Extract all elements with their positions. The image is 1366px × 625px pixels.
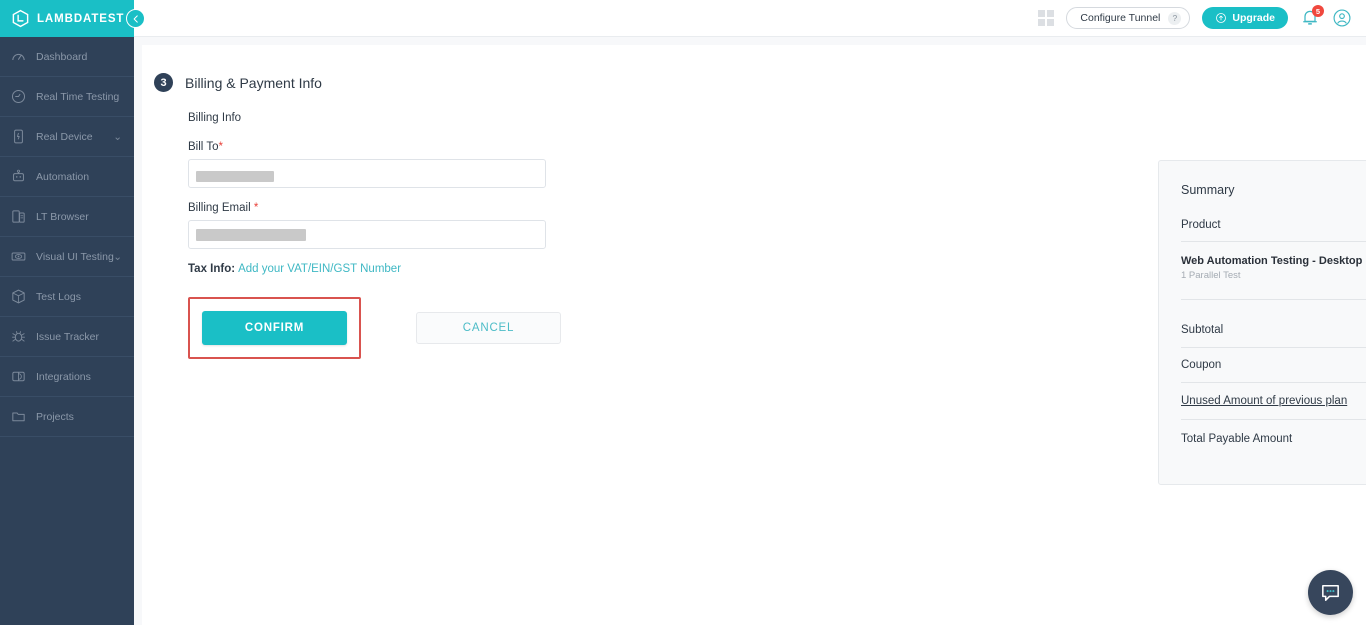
billing-info-label: Billing Info xyxy=(188,112,242,124)
required-asterisk: * xyxy=(253,202,259,214)
billing-card: 3 Billing & Payment Info Billing Info Bi… xyxy=(142,45,1366,625)
chat-support-button[interactable] xyxy=(1308,570,1353,615)
user-avatar-icon xyxy=(1333,9,1351,27)
sidebar-item-visual-ui-testing[interactable]: Visual UI Testing ⌄ xyxy=(0,237,134,277)
chevron-left-icon xyxy=(133,14,138,23)
sidebar-item-dashboard[interactable]: Dashboard xyxy=(0,37,134,77)
product-name: Web Automation Testing - Desktop xyxy=(1181,255,1363,267)
sidebar-logo[interactable]: LAMBDATEST xyxy=(0,0,134,37)
configure-tunnel-label: Configure Tunnel xyxy=(1080,12,1161,24)
sidebar-brand-label: LAMBDATEST xyxy=(37,12,125,25)
puzzle-icon xyxy=(10,368,27,385)
mobile-device-icon xyxy=(10,128,27,145)
sidebar-item-label: Projects xyxy=(36,410,74,423)
sidebar-item-projects[interactable]: Projects xyxy=(0,397,134,437)
sidebar-item-label: Visual UI Testing xyxy=(36,250,114,263)
sidebar-item-integrations[interactable]: Integrations xyxy=(0,357,134,397)
summary-row-coupon: Coupon Apply xyxy=(1181,348,1366,383)
sidebar-item-automation[interactable]: Automation xyxy=(0,157,134,197)
right-pane: Configure Tunnel ? Upgrade 5 3 Billing &… xyxy=(134,0,1366,625)
upgrade-button[interactable]: Upgrade xyxy=(1202,7,1288,29)
sidebar-item-label: Automation xyxy=(36,170,90,183)
summary-row-subtotal: Subtotal $948 xyxy=(1181,300,1366,348)
box-icon xyxy=(10,288,27,305)
sidebar-item-label: Real Time Testing xyxy=(36,90,120,103)
upgrade-arrow-icon xyxy=(1216,13,1227,23)
main-content-wrapper: 3 Billing & Payment Info Billing Info Bi… xyxy=(134,37,1366,625)
chevron-down-icon: ⌄ xyxy=(113,250,122,263)
step-number-badge: 3 xyxy=(154,73,173,92)
tax-info-label: Tax Info: xyxy=(188,263,236,275)
bill-to-label-text: Bill To xyxy=(188,141,219,153)
billing-email-label: Billing Email * xyxy=(188,202,662,214)
lambdatest-logo-icon xyxy=(11,9,30,28)
clock-icon xyxy=(10,88,27,105)
subtotal-label: Subtotal xyxy=(1181,324,1224,336)
upgrade-label: Upgrade xyxy=(1232,12,1275,24)
robot-icon xyxy=(10,168,27,185)
sidebar-item-label: Dashboard xyxy=(36,50,88,63)
tax-info-row: Tax Info: Add your VAT/EIN/GST Number xyxy=(188,263,662,275)
browser-icon xyxy=(10,208,27,225)
summary-row-total-payable: Total Payable Amount $0 xyxy=(1181,420,1366,448)
summary-panel: Summary Product Total Web Automation Tes… xyxy=(1158,160,1366,485)
required-asterisk: * xyxy=(218,141,223,153)
sidebar-item-test-logs[interactable]: Test Logs xyxy=(0,277,134,317)
billing-email-label-text: Billing Email xyxy=(188,202,251,214)
summary-product-row: Web Automation Testing - Desktop 1 Paral… xyxy=(1181,242,1366,281)
sidebar-collapse-button[interactable] xyxy=(126,9,145,28)
app-root: LAMBDATEST Dashboard Real Time Testing R… xyxy=(0,0,1366,625)
confirm-button[interactable]: CONFIRM xyxy=(202,311,347,345)
bug-icon xyxy=(10,328,27,345)
sidebar-item-label: LT Browser xyxy=(36,210,89,223)
sidebar-item-label: Real Device xyxy=(36,130,93,143)
sidebar-item-label: Integrations xyxy=(36,370,91,383)
top-bar: Configure Tunnel ? Upgrade 5 xyxy=(134,0,1366,37)
billing-email-input-holder xyxy=(188,220,546,249)
summary-title: Summary xyxy=(1181,183,1235,197)
billing-form: Billing Info Bill To* Billing Email * .c… xyxy=(142,92,662,359)
sidebar-item-real-device[interactable]: Real Device ⌄ xyxy=(0,117,134,157)
page-title: Billing & Payment Info xyxy=(185,74,322,91)
summary-table-header: Product Total xyxy=(1181,219,1366,242)
total-payable-label: Total Payable Amount xyxy=(1181,432,1293,445)
bill-to-input-holder xyxy=(188,159,546,188)
speedometer-icon xyxy=(10,48,27,65)
chevron-down-icon: ⌄ xyxy=(113,130,122,143)
sidebar-item-issue-tracker[interactable]: Issue Tracker xyxy=(0,317,134,357)
coupon-label: Coupon xyxy=(1181,359,1222,371)
summary-row-unused-amount: Unused Amount of previous plan -$1,128 xyxy=(1181,383,1366,420)
cancel-button[interactable]: CANCEL xyxy=(416,312,561,344)
confirm-highlight-box: CONFIRM xyxy=(188,297,361,359)
summary-col-product: Product xyxy=(1181,219,1221,231)
chat-bubble-icon xyxy=(1322,585,1339,601)
sidebar-item-lt-browser[interactable]: LT Browser xyxy=(0,197,134,237)
unused-amount-label[interactable]: Unused Amount of previous plan xyxy=(1181,395,1347,407)
action-button-row: CONFIRM CANCEL xyxy=(188,297,662,359)
product-subtext: 1 Parallel Test xyxy=(1181,270,1241,281)
bill-to-label: Bill To* xyxy=(188,141,662,153)
folder-icon xyxy=(10,408,27,425)
bill-to-input[interactable] xyxy=(188,159,546,188)
add-vat-link[interactable]: Add your VAT/EIN/GST Number xyxy=(238,263,401,275)
apps-grid-icon[interactable] xyxy=(1037,9,1055,27)
notification-badge: 5 xyxy=(1312,5,1324,17)
billing-email-input[interactable] xyxy=(188,220,546,249)
sidebar: LAMBDATEST Dashboard Real Time Testing R… xyxy=(0,0,145,625)
eye-icon xyxy=(10,248,27,265)
notification-bell-button[interactable]: 5 xyxy=(1300,5,1324,28)
sidebar-item-real-time-testing[interactable]: Real Time Testing xyxy=(0,77,134,117)
help-icon[interactable]: ? xyxy=(1168,11,1182,25)
sidebar-item-label: Test Logs xyxy=(36,290,81,303)
configure-tunnel-button[interactable]: Configure Tunnel ? xyxy=(1066,7,1191,29)
user-avatar-button[interactable] xyxy=(1332,8,1352,28)
sidebar-item-label: Issue Tracker xyxy=(36,330,100,343)
step-header: 3 Billing & Payment Info xyxy=(142,73,1366,92)
billed-yearly-note: (billed yearly) xyxy=(1181,448,1366,468)
